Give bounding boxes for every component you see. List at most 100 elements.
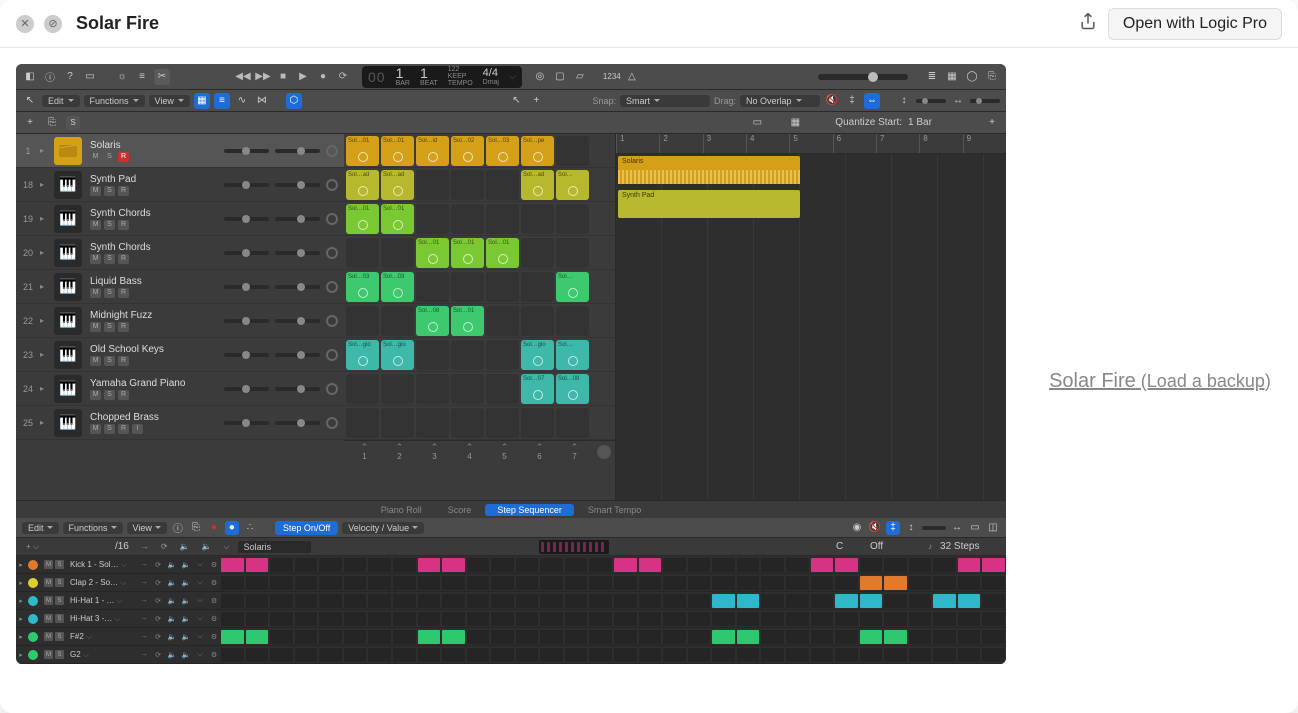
scene-cell-empty[interactable] bbox=[556, 136, 589, 166]
track-mute-button[interactable]: M bbox=[90, 390, 101, 400]
seq-step[interactable] bbox=[540, 630, 563, 644]
track-row[interactable]: 20 ▸ 🎹 Synth Chords M S R bbox=[16, 236, 344, 270]
track-record-button[interactable]: R bbox=[118, 152, 129, 162]
seq-step[interactable] bbox=[467, 594, 490, 608]
seq-row-dir-icon[interactable]: → bbox=[138, 577, 150, 589]
seq-step[interactable] bbox=[712, 576, 735, 590]
seq-row-color-icon[interactable] bbox=[28, 650, 38, 660]
track-record-button[interactable]: R bbox=[118, 288, 129, 298]
seq-row-mute[interactable]: M bbox=[44, 578, 53, 587]
track-solo-button[interactable]: S bbox=[104, 390, 115, 400]
scene-cell-empty[interactable] bbox=[381, 374, 414, 404]
seq-step[interactable] bbox=[393, 630, 416, 644]
scene-cell-empty[interactable] bbox=[486, 170, 519, 200]
seq-step[interactable] bbox=[688, 594, 711, 608]
seq-preview-icon[interactable]: ● bbox=[225, 521, 239, 535]
seq-step[interactable] bbox=[368, 576, 391, 590]
step-on-off-button[interactable]: Step On/Off bbox=[275, 521, 338, 535]
seq-step[interactable] bbox=[516, 630, 539, 644]
scene-cell-empty[interactable] bbox=[486, 408, 519, 438]
seq-step[interactable] bbox=[860, 576, 883, 590]
seq-functions-menu[interactable]: Functions bbox=[63, 522, 123, 534]
velocity-select[interactable]: Velocity / Value bbox=[342, 522, 424, 534]
seq-step[interactable] bbox=[933, 648, 956, 662]
scene-cell[interactable]: Sol…08 bbox=[556, 374, 589, 404]
track-row[interactable]: 22 ▸ 🎹 Midnight Fuzz M S R bbox=[16, 304, 344, 338]
scene-cell-empty[interactable] bbox=[416, 408, 449, 438]
track-icon[interactable]: 🎹 bbox=[54, 341, 82, 369]
seq-row-solo[interactable]: S bbox=[55, 578, 64, 587]
seq-step[interactable] bbox=[982, 612, 1005, 626]
scene-cell[interactable]: Sol…01 bbox=[346, 204, 379, 234]
seq-step[interactable] bbox=[467, 630, 490, 644]
seq-step[interactable] bbox=[393, 648, 416, 662]
seq-row-dir-icon[interactable]: → bbox=[138, 613, 150, 625]
seq-mono-icon[interactable]: ∴ bbox=[243, 521, 257, 535]
seq-oct-icon[interactable]: ♪ bbox=[924, 542, 936, 551]
scene-add-icon[interactable]: + bbox=[984, 115, 1000, 131]
seq-step[interactable] bbox=[860, 558, 883, 572]
seq-live-icon[interactable]: ◉ bbox=[850, 521, 864, 535]
solo-icon[interactable]: ▱ bbox=[572, 69, 588, 85]
scene-cell[interactable]: Sol… bbox=[556, 170, 589, 200]
seq-collapse-icon[interactable]: ▭ bbox=[968, 521, 982, 535]
count-in-icon[interactable]: ≡ bbox=[134, 69, 150, 85]
scene-cell-empty[interactable] bbox=[346, 238, 379, 268]
track-expand-icon[interactable]: ▸ bbox=[40, 350, 50, 359]
forward-button[interactable]: ▶▶ bbox=[254, 69, 272, 85]
seq-step[interactable] bbox=[295, 576, 318, 590]
track-record-button[interactable]: R bbox=[118, 186, 129, 196]
scene-cell-empty[interactable] bbox=[381, 408, 414, 438]
scene-cell-empty[interactable] bbox=[486, 340, 519, 370]
duplicate-track-icon[interactable]: ⎘ bbox=[44, 115, 60, 131]
seq-step[interactable] bbox=[270, 594, 293, 608]
seq-step[interactable] bbox=[982, 576, 1005, 590]
track-row[interactable]: 21 ▸ 🎹 Liquid Bass M S R bbox=[16, 270, 344, 304]
seq-step[interactable] bbox=[270, 558, 293, 572]
seq-steps-select[interactable]: 32 Steps bbox=[940, 541, 1000, 552]
seq-dir-icon[interactable]: → bbox=[137, 542, 153, 551]
seq-step[interactable] bbox=[540, 648, 563, 662]
seq-step[interactable] bbox=[246, 558, 269, 572]
track-volume-slider[interactable] bbox=[224, 387, 269, 391]
seq-step[interactable] bbox=[614, 648, 637, 662]
seq-pattern-name[interactable]: Solaris bbox=[238, 541, 312, 553]
seq-step[interactable] bbox=[344, 648, 367, 662]
seq-step[interactable] bbox=[639, 648, 662, 662]
track-volume-slider[interactable] bbox=[224, 183, 269, 187]
seq-step[interactable] bbox=[491, 576, 514, 590]
seq-step[interactable] bbox=[418, 558, 441, 572]
seq-step[interactable] bbox=[786, 558, 809, 572]
track-volume-slider[interactable] bbox=[224, 251, 269, 255]
track-row[interactable]: 24 ▸ 🎹 Yamaha Grand Piano M S R bbox=[16, 372, 344, 406]
seq-step[interactable] bbox=[246, 594, 269, 608]
seq-step[interactable] bbox=[540, 594, 563, 608]
seq-row-settings-icon[interactable]: ⚙ bbox=[208, 559, 220, 571]
seq-row-color-icon[interactable] bbox=[28, 578, 38, 588]
seq-row-solo[interactable]: S bbox=[55, 650, 64, 659]
track-row[interactable]: 25 ▸ 🎹 Chopped Brass M S R I bbox=[16, 406, 344, 440]
back-icon[interactable]: ↖ bbox=[22, 93, 38, 109]
seq-row-solo[interactable]: S bbox=[55, 560, 64, 569]
seq-step[interactable] bbox=[884, 576, 907, 590]
seq-row-expand-icon[interactable]: ▸ bbox=[16, 615, 26, 623]
track-expand-icon[interactable]: ▸ bbox=[40, 214, 50, 223]
track-send-knob[interactable] bbox=[326, 383, 338, 395]
scene-cell-empty[interactable] bbox=[521, 204, 554, 234]
seq-step[interactable] bbox=[565, 648, 588, 662]
seq-row-name[interactable]: Hi-Hat 1 - … ⌵ bbox=[68, 596, 138, 606]
pointer-tool-icon[interactable]: ↖ bbox=[508, 93, 524, 109]
seq-row-loop-icon[interactable]: ⟳ bbox=[152, 559, 164, 571]
list-icon[interactable]: ≣ bbox=[924, 69, 940, 85]
seq-step[interactable] bbox=[270, 648, 293, 662]
seq-zoom-slider[interactable] bbox=[922, 526, 946, 530]
track-volume-slider[interactable] bbox=[224, 319, 269, 323]
seq-row-mute[interactable]: M bbox=[44, 560, 53, 569]
seq-step[interactable] bbox=[712, 630, 735, 644]
replace-icon[interactable]: ◎ bbox=[532, 69, 548, 85]
seq-step[interactable] bbox=[614, 576, 637, 590]
seq-add-row-button[interactable]: + ⌵ bbox=[22, 542, 43, 552]
seq-step[interactable] bbox=[982, 594, 1005, 608]
track-record-button[interactable]: R bbox=[118, 322, 129, 332]
seq-step[interactable] bbox=[860, 594, 883, 608]
